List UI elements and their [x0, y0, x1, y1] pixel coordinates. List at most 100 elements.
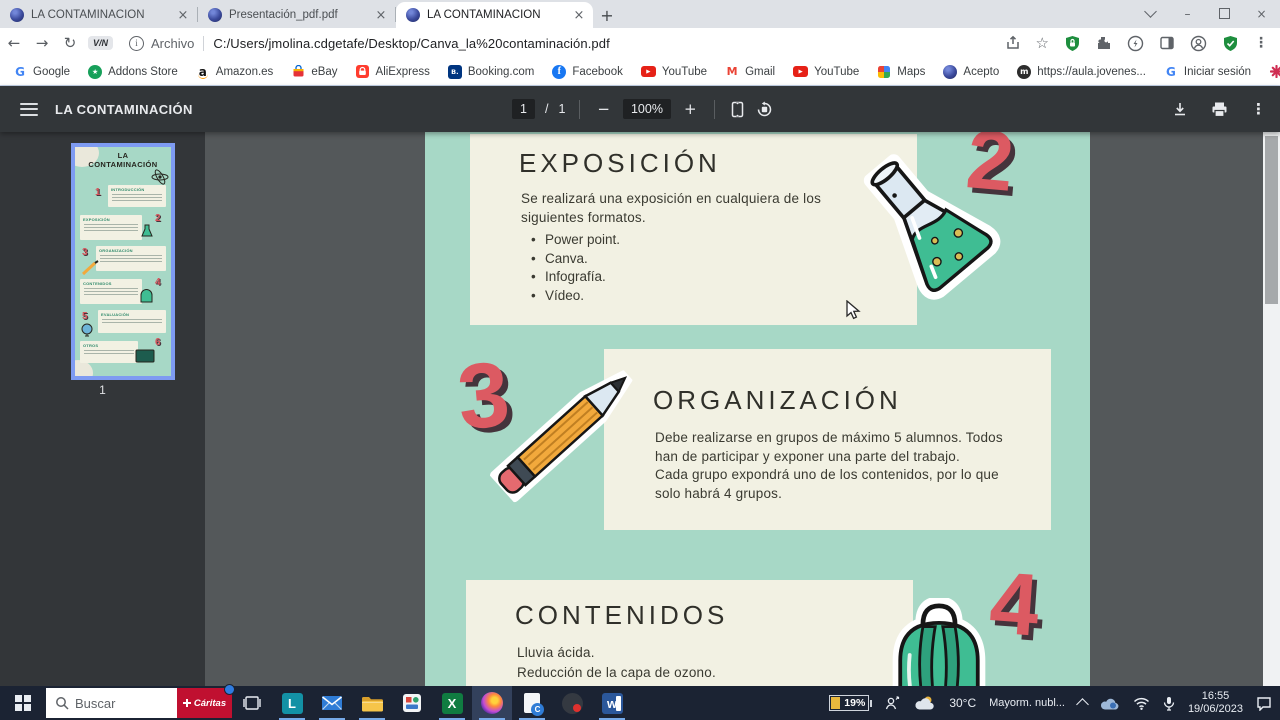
tab-close-icon[interactable]: ×	[373, 8, 389, 23]
amazon-icon: a	[196, 65, 210, 79]
print-icon[interactable]	[1211, 101, 1228, 118]
tab-close-icon[interactable]: ×	[175, 8, 191, 23]
windows-logo-icon	[15, 695, 31, 711]
zoom-in-button[interactable]: +	[681, 100, 700, 118]
reload-button[interactable]: ↻	[56, 34, 84, 52]
ebay-bag-icon	[291, 65, 305, 79]
weather-temp[interactable]: 30°C	[949, 696, 976, 710]
pdf-controls: 1 / 1 − 100% +	[512, 99, 773, 119]
thumb-globe-icon	[81, 323, 93, 337]
bookmark-youtube-2[interactable]: ▶ YouTube	[784, 66, 868, 78]
url-scheme-label: Archivo	[151, 35, 195, 51]
browser-menu-dots-icon[interactable]: ⋮	[1254, 35, 1268, 51]
caritas-label: Cáritas	[193, 697, 227, 709]
exposicion-bullet: Canva.	[521, 250, 917, 269]
taskbar-app-c-document[interactable]: C	[512, 686, 552, 720]
chevron-down-icon	[1144, 5, 1157, 18]
taskbar-app-explorer[interactable]	[352, 686, 392, 720]
side-panel-icon[interactable]	[1159, 35, 1175, 51]
onedrive-cloud-icon[interactable]	[1100, 697, 1120, 710]
window-controls: – ×	[1132, 0, 1280, 27]
action-center-icon[interactable]	[1256, 696, 1272, 711]
thumbnail-page-number: 1	[99, 383, 106, 397]
taskbar-search-box[interactable]: Buscar Cáritas	[46, 684, 235, 718]
bookmark-booking[interactable]: B. Booking.com	[439, 64, 543, 79]
bookmark-youtube[interactable]: ▶ YouTube	[632, 66, 716, 78]
address-bar-url[interactable]: C:/Users/jmolina.cdgetafe/Desktop/Canva_…	[213, 36, 609, 51]
people-icon[interactable]	[885, 695, 901, 711]
youtube-icon: ▶	[640, 66, 656, 77]
section-title-organizacion: ORGANIZACIÓN	[653, 385, 902, 415]
weather-icon[interactable]	[914, 695, 936, 711]
taskbar-app-l[interactable]: L	[272, 686, 312, 720]
weather-desc[interactable]: Mayorm. nubl...	[989, 697, 1065, 709]
back-button[interactable]: ←	[0, 34, 28, 52]
taskbar-clock[interactable]: 16:55 19/06/2023	[1188, 690, 1243, 716]
bookmark-acepto[interactable]: Acepto	[934, 64, 1008, 79]
taskbar-app-toolkit[interactable]	[392, 686, 432, 720]
microphone-icon[interactable]	[1163, 696, 1175, 711]
task-view-button[interactable]	[232, 686, 272, 720]
security-shield-icon[interactable]	[1222, 35, 1239, 52]
bookmark-maps[interactable]: Maps	[868, 65, 934, 79]
tab-la-contaminacion-active[interactable]: LA CONTAMINACIÓN ×	[396, 2, 593, 28]
bookmark-ebay[interactable]: eBay	[282, 65, 346, 79]
taskbar-app-word[interactable]: w	[592, 686, 632, 720]
zoom-level-value[interactable]: 100%	[622, 99, 671, 119]
card-exposicion: EXPOSICIÓN Se realizará una exposición e…	[470, 134, 917, 325]
bookmark-aula-jovenes[interactable]: m https://aula.jovenes...	[1008, 64, 1155, 79]
tray-expand-icon[interactable]	[1076, 698, 1089, 711]
extensions-puzzle-icon[interactable]	[1096, 35, 1112, 51]
browser-icon	[481, 692, 503, 714]
battery-indicator[interactable]: 19%	[829, 695, 873, 711]
thumb-deco-blob	[75, 360, 93, 376]
scrollbar-thumb[interactable]	[1265, 136, 1278, 304]
window-minimize-button[interactable]: –	[1169, 0, 1206, 27]
bookmark-label: Acepto	[963, 65, 1000, 78]
profile-icon[interactable]	[1190, 35, 1207, 52]
tab-search-icon[interactable]	[1132, 0, 1169, 27]
card-contenidos: CONTENIDOS Lluvia ácida. Reducción de la…	[466, 580, 913, 686]
taskbar-app-media[interactable]	[552, 686, 592, 720]
bookmark-amazon[interactable]: a Amazon.es	[187, 65, 283, 79]
taskbar-app-excel[interactable]: X	[432, 686, 472, 720]
section-title-contenidos: CONTENIDOS	[515, 600, 729, 630]
bookmark-google[interactable]: G Google	[4, 65, 79, 79]
page-info-icon[interactable]: i	[129, 35, 145, 51]
bookmark-iniciar-sesion[interactable]: G Iniciar sesión	[1155, 65, 1260, 79]
vertical-scrollbar[interactable]	[1263, 132, 1280, 686]
pdf-menu-dots-icon[interactable]: ⋮	[1251, 100, 1266, 118]
download-icon[interactable]	[1172, 101, 1188, 117]
zoom-out-button[interactable]: −	[594, 100, 613, 118]
rotate-icon[interactable]	[756, 101, 773, 118]
window-close-button[interactable]: ×	[1243, 0, 1280, 27]
taskbar-app-browser[interactable]	[472, 686, 512, 720]
window-maximize-button[interactable]	[1206, 0, 1243, 27]
new-tab-button[interactable]: +	[593, 2, 621, 28]
caritas-badge[interactable]: Cáritas	[177, 684, 235, 718]
tab-la-contaminacion-1[interactable]: LA CONTAMINACIÓN ×	[0, 2, 197, 28]
page-number-input[interactable]: 1	[512, 99, 535, 119]
wifi-icon[interactable]	[1133, 697, 1150, 710]
speed-badge-icon[interactable]	[1127, 35, 1144, 52]
fit-to-page-icon[interactable]	[729, 101, 746, 118]
share-icon[interactable]	[1005, 35, 1021, 51]
pdf-thumbnail-sidebar: LA CONTAMINACIÓN 1 INTRODUCCIÓN EXPOSICI…	[0, 132, 205, 686]
bookmark-addons-store[interactable]: ★ Addons Store	[79, 64, 187, 79]
bookmark-gmail[interactable]: M Gmail	[716, 65, 784, 79]
taskbar-app-mail[interactable]	[312, 686, 352, 720]
bookmark-star-icon[interactable]: ☆	[1036, 35, 1049, 51]
forward-button[interactable]: →	[28, 34, 56, 52]
page-thumbnail[interactable]: LA CONTAMINACIÓN 1 INTRODUCCIÓN EXPOSICI…	[71, 143, 175, 380]
bookmark-aliexpress[interactable]: AliExpress	[347, 65, 439, 79]
vpn-extension-icon[interactable]: V/N	[88, 36, 114, 50]
screen: LA CONTAMINACIÓN × Presentación_pdf.pdf …	[0, 0, 1280, 720]
tab-close-icon[interactable]: ×	[571, 8, 587, 23]
tab-presentacion-pdf[interactable]: Presentación_pdf.pdf ×	[198, 2, 395, 28]
start-button[interactable]	[0, 686, 46, 720]
bookmark-correo[interactable]: CORREO	[1260, 65, 1280, 79]
adblock-shield-icon[interactable]	[1064, 35, 1081, 52]
aliexpress-icon	[356, 65, 370, 79]
pdf-menu-icon[interactable]	[20, 102, 38, 116]
bookmark-facebook[interactable]: f Facebook	[543, 64, 632, 79]
